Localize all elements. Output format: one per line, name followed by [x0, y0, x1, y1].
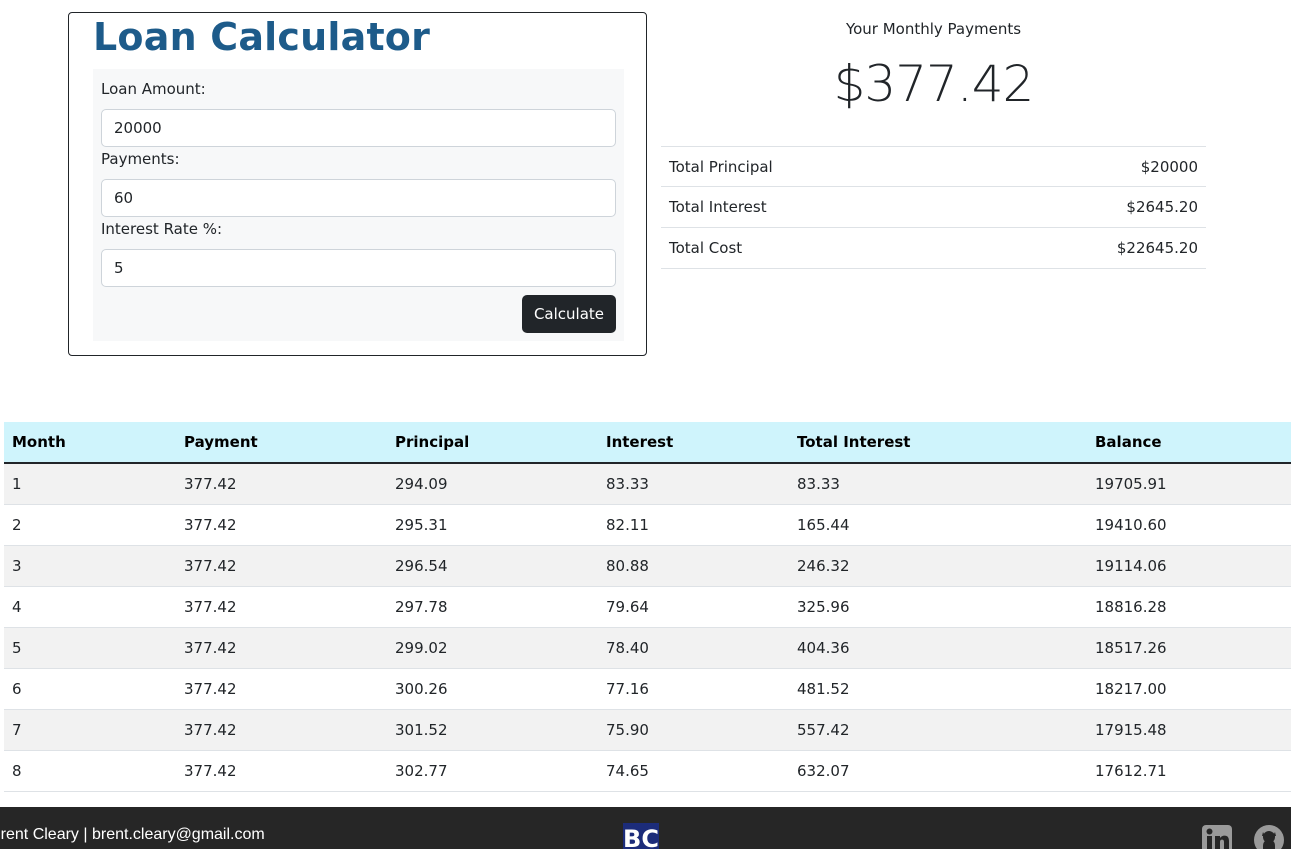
- loan-calculator-card: Loan Calculator Loan Amount: Payments: I…: [68, 12, 647, 356]
- table-cell: 17612.71: [1087, 750, 1291, 792]
- summary-label: Total Cost: [669, 239, 743, 257]
- column-header-payment: Payment: [176, 422, 387, 464]
- table-cell: 377.42: [176, 504, 387, 546]
- table-row: 3 377.42 296.54 80.88 246.32 19114.06: [4, 545, 1291, 587]
- column-header-balance: Balance: [1087, 422, 1291, 464]
- summary-value: $20000: [1140, 157, 1198, 176]
- table-cell: 377.42: [176, 627, 387, 669]
- loan-amount-label: Loan Amount:: [101, 80, 206, 98]
- table-cell: 3: [4, 545, 176, 587]
- table-cell: 83.33: [598, 463, 789, 505]
- table-cell: 75.90: [598, 709, 789, 751]
- table-cell: 5: [4, 627, 176, 669]
- table-cell: 296.54: [387, 545, 598, 587]
- table-cell: 325.96: [789, 586, 1087, 628]
- loan-amount-input[interactable]: [101, 109, 616, 147]
- payments-input[interactable]: [101, 179, 616, 217]
- column-header-interest: Interest: [598, 422, 789, 464]
- table-cell: 302.77: [387, 750, 598, 792]
- table-cell: 18816.28: [1087, 586, 1291, 628]
- table-cell: 18217.00: [1087, 668, 1291, 710]
- summary-table: Total Principal $20000 Total Interest $2…: [661, 146, 1206, 269]
- table-cell: 82.11: [598, 504, 789, 546]
- table-cell: 165.44: [789, 504, 1087, 546]
- summary-label: Total Interest: [669, 198, 767, 216]
- summary-value: $22645.20: [1116, 239, 1198, 257]
- table-cell: 377.42: [176, 463, 387, 505]
- table-cell: 295.31: [387, 504, 598, 546]
- summary-label: Total Principal: [669, 157, 773, 176]
- summary-row-total-principal: Total Principal $20000: [661, 146, 1206, 187]
- table-cell: 557.42: [789, 709, 1087, 751]
- table-cell: 79.64: [598, 586, 789, 628]
- table-row: 4 377.42 297.78 79.64 325.96 18816.28: [4, 586, 1291, 628]
- github-icon[interactable]: [1254, 825, 1284, 849]
- monthly-payments-heading: Your Monthly Payments: [845, 20, 1022, 38]
- summary-value: $2645.20: [1126, 198, 1198, 216]
- footer-credit: Brent Cleary | brent.cleary@gmail.com: [0, 826, 265, 843]
- table-cell: 19114.06: [1087, 545, 1291, 587]
- table-cell: 294.09: [387, 463, 598, 505]
- column-header-principal: Principal: [387, 422, 598, 464]
- summary-row-total-interest: Total Interest $2645.20: [661, 187, 1206, 228]
- table-cell: 377.42: [176, 586, 387, 628]
- table-cell: 19705.91: [1087, 463, 1291, 505]
- table-row: 1 377.42 294.09 83.33 83.33 19705.91: [4, 463, 1291, 505]
- table-row: 6 377.42 300.26 77.16 481.52 18217.00: [4, 668, 1291, 710]
- table-cell: 377.42: [176, 668, 387, 710]
- table-cell: 377.42: [176, 545, 387, 587]
- table-cell: 19410.60: [1087, 504, 1291, 546]
- table-cell: 377.42: [176, 750, 387, 792]
- table-cell: 377.42: [176, 709, 387, 751]
- calculate-button[interactable]: Calculate: [521, 295, 616, 333]
- monthly-payment-amount: $377.42: [833, 55, 1035, 113]
- table-cell: 481.52: [789, 668, 1087, 710]
- column-header-total-interest: Total Interest: [789, 422, 1087, 464]
- linkedin-icon[interactable]: [1202, 825, 1232, 849]
- interest-rate-input[interactable]: [101, 249, 616, 287]
- table-cell: 1: [4, 463, 176, 505]
- interest-rate-label: Interest Rate %:: [101, 220, 223, 238]
- column-header-month: Month: [4, 422, 176, 464]
- table-cell: 83.33: [789, 463, 1087, 505]
- table-cell: 74.65: [598, 750, 789, 792]
- table-header-row: Month Payment Principal Interest Total I…: [4, 422, 1291, 464]
- summary-row-total-cost: Total Cost $22645.20: [661, 228, 1206, 269]
- table-cell: 2: [4, 504, 176, 546]
- table-cell: 246.32: [789, 545, 1087, 587]
- table-row: 8 377.42 302.77 74.65 632.07 17612.71: [4, 750, 1291, 792]
- bc-logo[interactable]: BC: [623, 823, 659, 849]
- table-cell: 300.26: [387, 668, 598, 710]
- page-title: Loan Calculator: [93, 15, 431, 59]
- table-cell: 404.36: [789, 627, 1087, 669]
- table-cell: 80.88: [598, 545, 789, 587]
- table-row: 2 377.42 295.31 82.11 165.44 19410.60: [4, 504, 1291, 546]
- table-cell: 17915.48: [1087, 709, 1291, 751]
- table-cell: 6: [4, 668, 176, 710]
- table-cell: 78.40: [598, 627, 789, 669]
- table-cell: 77.16: [598, 668, 789, 710]
- table-cell: 297.78: [387, 586, 598, 628]
- table-row: 5 377.42 299.02 78.40 404.36 18517.26: [4, 627, 1291, 669]
- table-body: 1 377.42 294.09 83.33 83.33 19705.91 2 377.42 29…: [4, 463, 1291, 792]
- table-row: 7 377.42 301.52 75.90 557.42 17915.48: [4, 709, 1291, 751]
- amortization-table: Month Payment Principal Interest Total I…: [4, 422, 1291, 792]
- results-panel: Your Monthly Payments $377.42 Total Prin…: [661, 14, 1206, 269]
- table-cell: 8: [4, 750, 176, 792]
- table-cell: 632.07: [789, 750, 1087, 792]
- table-cell: 18517.26: [1087, 627, 1291, 669]
- table-cell: 7: [4, 709, 176, 751]
- loan-form: Loan Amount: Payments: Interest Rate %: …: [93, 69, 624, 341]
- footer: Brent Cleary | brent.cleary@gmail.com BC: [0, 807, 1291, 849]
- table-cell: 4: [4, 586, 176, 628]
- payments-label: Payments:: [101, 150, 180, 168]
- table-cell: 301.52: [387, 709, 598, 751]
- table-cell: 299.02: [387, 627, 598, 669]
